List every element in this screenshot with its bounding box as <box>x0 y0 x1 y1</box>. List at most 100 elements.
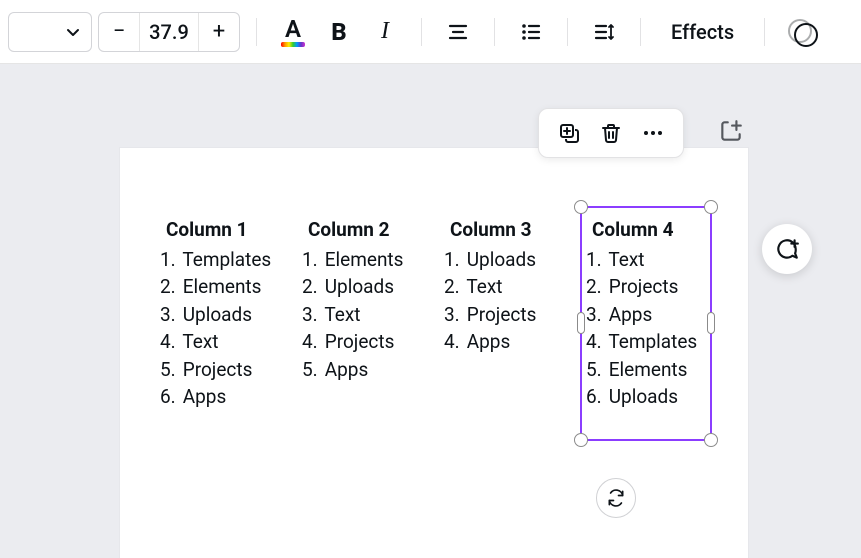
delete-button[interactable] <box>597 119 625 147</box>
add-page-icon <box>718 118 744 144</box>
column-header: Column 2 <box>302 216 422 244</box>
list-item-text: Projects <box>320 330 394 353</box>
bullet-list-icon <box>519 20 543 44</box>
list-item-text: Uploads <box>178 303 252 326</box>
chevron-down-icon <box>65 24 81 40</box>
more-button[interactable] <box>639 119 667 147</box>
sync-button[interactable] <box>596 478 636 518</box>
transparency-button[interactable] <box>781 12 821 52</box>
list-number: 3. <box>302 301 320 329</box>
list-number: 1. <box>444 246 462 274</box>
font-family-dropdown[interactable] <box>8 12 92 52</box>
list-item: 2. Elements <box>160 273 280 301</box>
list-item: 6. Uploads <box>586 383 706 411</box>
font-size-increase[interactable]: + <box>199 13 239 51</box>
list-item: 3. Uploads <box>160 301 280 329</box>
text-color-button[interactable]: A <box>273 12 313 52</box>
list-number: 3. <box>586 301 604 329</box>
duplicate-button[interactable] <box>555 119 583 147</box>
comment-add-icon <box>774 236 800 262</box>
canvas-area[interactable]: Column 11. Templates2. Elements3. Upload… <box>0 64 861 552</box>
text-color-letter: A <box>285 17 301 41</box>
italic-button[interactable]: I <box>365 12 405 52</box>
list-number: 2. <box>444 273 462 301</box>
list-item: 1. Templates <box>160 246 280 274</box>
list-item-text: Uploads <box>462 248 536 271</box>
list-item-text: Text <box>320 303 360 326</box>
list-item-text: Uploads <box>320 275 394 298</box>
list-item-text: Text <box>604 248 644 271</box>
sync-icon <box>606 488 626 508</box>
list-item-text: Uploads <box>604 385 678 408</box>
column-4[interactable]: Column 41. Text2. Projects3. Apps4. Temp… <box>586 216 706 411</box>
list-item-text: Text <box>462 275 502 298</box>
list-number: 6. <box>160 383 178 411</box>
font-size-decrease[interactable]: − <box>99 13 139 51</box>
line-spacing-icon <box>592 20 616 44</box>
list-number: 5. <box>586 356 604 384</box>
list-number: 6. <box>586 383 604 411</box>
list-item: 4. Text <box>160 328 280 356</box>
page[interactable]: Column 11. Templates2. Elements3. Upload… <box>120 148 748 558</box>
list-item: 2. Projects <box>586 273 706 301</box>
list-item: 4. Templates <box>586 328 706 356</box>
transparency-icon <box>788 19 814 45</box>
column-header: Column 4 <box>586 216 706 244</box>
list-number: 4. <box>586 328 604 356</box>
column-2[interactable]: Column 21. Elements2. Uploads3. Text4. P… <box>302 216 422 411</box>
column-header: Column 1 <box>160 216 280 244</box>
list-number: 1. <box>160 246 178 274</box>
bold-button[interactable]: B <box>319 12 359 52</box>
list-number: 5. <box>302 356 320 384</box>
divider <box>764 18 765 46</box>
list-item: 4. Apps <box>444 328 564 356</box>
list-number: 4. <box>160 328 178 356</box>
column-1[interactable]: Column 11. Templates2. Elements3. Upload… <box>160 216 280 411</box>
effects-button[interactable]: Effects <box>657 12 748 52</box>
font-size-stepper: − 37.9 + <box>98 12 240 52</box>
list-number: 4. <box>302 328 320 356</box>
divider <box>640 18 641 46</box>
divider <box>494 18 495 46</box>
list-button[interactable] <box>511 12 551 52</box>
list-item: 5. Elements <box>586 356 706 384</box>
list-item-text: Projects <box>604 275 678 298</box>
spacing-button[interactable] <box>584 12 624 52</box>
list-item: 1. Text <box>586 246 706 274</box>
context-toolbar <box>538 108 684 158</box>
list-number: 2. <box>160 273 178 301</box>
list-number: 3. <box>160 301 178 329</box>
list-item-text: Elements <box>320 248 403 271</box>
list-item: 3. Text <box>302 301 422 329</box>
list-item-text: Templates <box>604 330 697 353</box>
list-number: 1. <box>586 246 604 274</box>
list-number: 2. <box>586 273 604 301</box>
list-item: 5. Projects <box>160 356 280 384</box>
list-number: 1. <box>302 246 320 274</box>
list-item: 2. Uploads <box>302 273 422 301</box>
list-item: 5. Apps <box>302 356 422 384</box>
add-page-button[interactable] <box>718 118 746 146</box>
align-center-icon <box>446 20 470 44</box>
divider <box>421 18 422 46</box>
list-item: 6. Apps <box>160 383 280 411</box>
list-item-text: Apps <box>320 358 368 381</box>
columns-container: Column 11. Templates2. Elements3. Upload… <box>160 216 706 411</box>
column-3[interactable]: Column 31. Uploads2. Text3. Projects4. A… <box>444 216 564 411</box>
list-item-text: Text <box>178 330 218 353</box>
font-size-value[interactable]: 37.9 <box>139 13 199 51</box>
list-item: 3. Projects <box>444 301 564 329</box>
list-item: 3. Apps <box>586 301 706 329</box>
divider <box>567 18 568 46</box>
list-item-text: Projects <box>178 358 252 381</box>
top-toolbar: − 37.9 + A B I Effects <box>0 0 861 64</box>
divider <box>256 18 257 46</box>
comment-fab[interactable] <box>762 224 812 274</box>
list-item: 1. Elements <box>302 246 422 274</box>
duplicate-icon <box>557 121 581 145</box>
alignment-button[interactable] <box>438 12 478 52</box>
list-item-text: Apps <box>604 303 652 326</box>
more-horizontal-icon <box>641 121 665 145</box>
list-number: 4. <box>444 328 462 356</box>
list-item-text: Projects <box>462 303 536 326</box>
